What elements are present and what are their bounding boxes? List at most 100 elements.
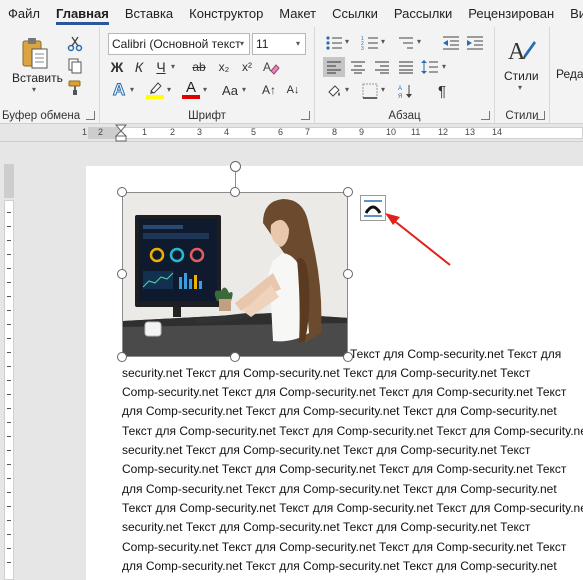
- styles-button-label[interactable]: Стили: [504, 69, 539, 83]
- multilevel-dropdown-icon[interactable]: ▾: [417, 37, 421, 46]
- tab-mailings[interactable]: Рассылки: [386, 0, 460, 27]
- font-color-dropdown-icon[interactable]: ▾: [203, 85, 207, 94]
- pilcrow-button[interactable]: ¶: [431, 81, 453, 101]
- ruler-number: 6: [278, 127, 284, 137]
- vruler-tick: [7, 394, 11, 395]
- change-case-button[interactable]: Aa: [218, 80, 242, 100]
- horizontal-ruler[interactable]: 1 2 1 2 3 4 5 6 7 8 9 10 11 12 13 14: [0, 124, 583, 142]
- tab-home[interactable]: Главная: [48, 0, 117, 27]
- copy-icon[interactable]: [66, 57, 84, 75]
- subscript-button[interactable]: x₂: [214, 58, 234, 76]
- font-group-label: Шрифт: [188, 110, 226, 122]
- text-effects-dropdown-icon[interactable]: ▾: [130, 85, 134, 94]
- change-case-dropdown-icon[interactable]: ▾: [242, 85, 246, 94]
- clipboard-launcher-icon[interactable]: [86, 111, 95, 120]
- underline-dropdown-icon[interactable]: ▾: [171, 62, 175, 71]
- highlight-icon[interactable]: [144, 80, 166, 100]
- font-size-select[interactable]: 11 ▾: [252, 33, 306, 55]
- numbering-icon[interactable]: 123: [359, 33, 381, 53]
- indent-marker-icon[interactable]: [115, 124, 127, 142]
- align-right-icon[interactable]: [371, 57, 393, 77]
- ribbon-tabs: Файл Главная Вставка Конструктор Макет С…: [0, 0, 583, 27]
- font-color-icon[interactable]: A: [180, 80, 202, 100]
- clear-formatting-icon[interactable]: A: [260, 58, 282, 76]
- bullets-dropdown-icon[interactable]: ▾: [345, 37, 349, 46]
- superscript-button[interactable]: x²: [237, 58, 257, 76]
- highlight-dropdown-icon[interactable]: ▾: [167, 85, 171, 94]
- cut-icon[interactable]: [66, 35, 84, 53]
- shading-icon[interactable]: [323, 81, 345, 101]
- ruler-number: 9: [359, 127, 365, 137]
- vruler-tick: [7, 296, 11, 297]
- font-name-dropdown-icon[interactable]: ▾: [235, 34, 249, 54]
- font-name-select[interactable]: Calibri (Основной текст ▾: [108, 33, 250, 55]
- styles-dropdown-icon[interactable]: ▾: [518, 83, 522, 92]
- styles-group: A Стили ▾ Стили: [495, 27, 550, 124]
- line-spacing-dropdown-icon[interactable]: ▾: [442, 62, 446, 71]
- paste-dropdown-icon[interactable]: ▾: [32, 85, 36, 94]
- paste-button-label[interactable]: Вставить: [12, 71, 63, 85]
- tab-layout[interactable]: Макет: [271, 0, 324, 27]
- strikethrough-button[interactable]: ab: [188, 58, 210, 76]
- ruler-number: 4: [224, 127, 230, 137]
- paste-icon[interactable]: [18, 35, 52, 71]
- tab-insert[interactable]: Вставка: [117, 0, 181, 27]
- tab-file[interactable]: Файл: [0, 0, 48, 27]
- paragraph-group: ▾ 123 ▾ ▾ ▾ ▾ ▾ A Я ¶ Абзац: [315, 27, 495, 124]
- tab-references[interactable]: Ссылки: [324, 0, 386, 27]
- vruler-tick: [7, 450, 11, 451]
- tab-view[interactable]: Вид: [562, 0, 583, 27]
- bold-button[interactable]: Ж: [108, 58, 126, 76]
- borders-dropdown-icon[interactable]: ▾: [381, 85, 385, 94]
- grow-font-button[interactable]: A↑: [258, 80, 280, 100]
- resize-handle-left[interactable]: [117, 269, 127, 279]
- align-center-icon[interactable]: [347, 57, 369, 77]
- vruler-tick: [7, 282, 11, 283]
- multilevel-list-icon[interactable]: [395, 33, 417, 53]
- resize-handle-top[interactable]: [230, 187, 240, 197]
- shrink-font-button[interactable]: A↓: [282, 80, 304, 100]
- vruler-tick: [7, 464, 11, 465]
- font-launcher-icon[interactable]: [301, 111, 310, 120]
- vruler-tick: [7, 240, 11, 241]
- document-text-line: security.net Текст для Comp-security.net…: [122, 443, 531, 457]
- underline-button[interactable]: Ч: [152, 58, 170, 76]
- numbering-dropdown-icon[interactable]: ▾: [381, 37, 385, 46]
- resize-handle-top-right[interactable]: [343, 187, 353, 197]
- decrease-indent-icon[interactable]: [441, 33, 461, 53]
- line-spacing-icon[interactable]: [419, 57, 441, 77]
- styles-icon[interactable]: A: [507, 35, 537, 65]
- document-text-line: Текст для Comp-security.net Текст для Co…: [122, 424, 583, 438]
- vruler-tick: [7, 254, 11, 255]
- align-left-icon[interactable]: [323, 57, 345, 77]
- editing-button-label[interactable]: Реда: [556, 67, 583, 81]
- ruler-number: 10: [386, 127, 397, 137]
- ruler-number: 13: [465, 127, 476, 137]
- justify-icon[interactable]: [395, 57, 417, 77]
- tab-review[interactable]: Рецензирован: [460, 0, 562, 27]
- vruler-tick: [7, 338, 11, 339]
- vertical-ruler[interactable]: [0, 142, 18, 580]
- paragraph-launcher-icon[interactable]: [481, 111, 490, 120]
- font-color-bar: [182, 95, 200, 99]
- borders-icon[interactable]: [359, 81, 381, 101]
- font-size-dropdown-icon[interactable]: ▾: [291, 34, 305, 54]
- styles-launcher-icon[interactable]: [536, 111, 545, 120]
- woman-at-computer-image: [123, 193, 347, 356]
- bullets-icon[interactable]: [323, 33, 345, 53]
- inserted-picture[interactable]: [122, 192, 348, 357]
- italic-button[interactable]: К: [130, 58, 148, 76]
- resize-handle-bottom-left[interactable]: [117, 352, 127, 362]
- resize-handle-bottom[interactable]: [230, 352, 240, 362]
- format-painter-icon[interactable]: [66, 79, 84, 97]
- shading-dropdown-icon[interactable]: ▾: [345, 85, 349, 94]
- sort-icon[interactable]: AЯ: [395, 81, 417, 101]
- vruler-tick: [7, 408, 11, 409]
- increase-indent-icon[interactable]: [465, 33, 485, 53]
- resize-handle-top-left[interactable]: [117, 187, 127, 197]
- resize-handle-right[interactable]: [343, 269, 353, 279]
- tab-design[interactable]: Конструктор: [181, 0, 271, 27]
- text-effects-icon[interactable]: A: [108, 80, 130, 100]
- document-text-line: для Comp-security.net Текст для Comp-sec…: [122, 482, 557, 496]
- rotation-handle-icon[interactable]: [230, 161, 241, 172]
